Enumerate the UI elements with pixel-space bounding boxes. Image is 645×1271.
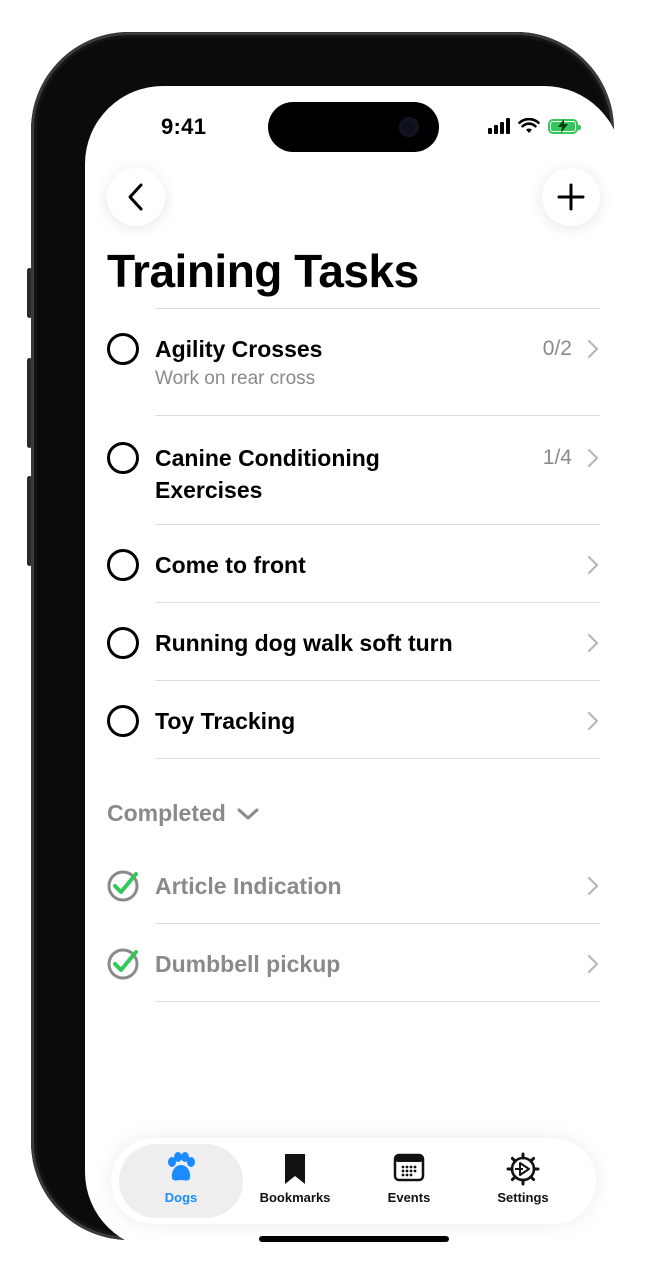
completed-list: Article Indication Dumbbell pickup	[107, 846, 600, 1002]
task-progress: 0/2	[542, 337, 572, 360]
tab-settings[interactable]: Settings	[461, 1144, 585, 1218]
tab-dogs[interactable]: Dogs	[119, 1144, 243, 1218]
chevron-right-icon	[587, 876, 599, 896]
task-row[interactable]: Running dog walk soft turn	[107, 603, 600, 681]
tab-bookmarks[interactable]: Bookmarks	[233, 1144, 357, 1218]
task-row[interactable]: Canine Conditioning Exercises 1/4	[107, 416, 600, 525]
task-row[interactable]: Toy Tracking	[107, 681, 600, 759]
chevron-right-icon	[587, 448, 599, 468]
completed-task-row[interactable]: Article Indication	[107, 846, 600, 924]
completed-label: Completed	[107, 800, 226, 826]
task-name: Dumbbell pickup	[155, 951, 341, 977]
tab-label: Events	[387, 1190, 431, 1205]
task-checkbox[interactable]	[107, 549, 139, 581]
chevron-down-icon	[237, 808, 259, 819]
gear-icon	[506, 1152, 540, 1186]
cellular-signal-icon	[488, 118, 510, 134]
device-frame: 9:41 Training Tasks Agility Crosses Work…	[31, 32, 622, 1250]
camera-icon	[399, 117, 419, 137]
task-name: Come to front	[155, 552, 306, 578]
plus-icon	[557, 183, 585, 211]
chevron-right-icon	[587, 633, 599, 653]
paw-icon	[168, 1152, 195, 1181]
screen: 9:41 Training Tasks Agility Crosses Work…	[85, 86, 622, 1250]
tab-events[interactable]: Events	[347, 1144, 471, 1218]
task-name: Running dog walk soft turn	[155, 630, 453, 656]
chevron-right-icon	[587, 339, 599, 359]
back-button[interactable]	[107, 168, 165, 226]
tab-label: Bookmarks	[259, 1190, 331, 1205]
dynamic-island	[268, 102, 439, 152]
task-checkbox[interactable]	[107, 442, 139, 474]
task-name: Toy Tracking	[155, 708, 296, 734]
wifi-icon	[518, 118, 540, 133]
checkmark-circle-icon[interactable]	[107, 948, 139, 980]
completed-section-toggle[interactable]: Completed	[107, 800, 260, 827]
task-name: Agility Crosses	[155, 336, 323, 362]
bookmark-icon	[285, 1154, 305, 1184]
status-icons	[488, 118, 581, 134]
chevron-left-icon	[128, 183, 143, 211]
chevron-right-icon	[587, 954, 599, 974]
completed-task-row[interactable]: Dumbbell pickup	[107, 924, 600, 1002]
task-name: Canine Conditioning Exercises	[155, 445, 380, 503]
status-time: 9:41	[161, 114, 207, 139]
task-checkbox[interactable]	[107, 627, 139, 659]
home-indicator[interactable]	[259, 1236, 449, 1242]
chevron-right-icon	[587, 555, 599, 575]
chevron-right-icon	[587, 711, 599, 731]
task-row[interactable]: Come to front	[107, 525, 600, 603]
task-name: Article Indication	[155, 873, 342, 899]
tab-bar: Dogs Bookmarks Events Settings	[111, 1138, 596, 1224]
add-task-button[interactable]	[542, 168, 600, 226]
battery-icon	[548, 118, 581, 134]
task-checkbox[interactable]	[107, 333, 139, 365]
tab-label: Settings	[497, 1190, 549, 1205]
task-row[interactable]: Agility Crosses Work on rear cross 0/2	[107, 309, 600, 416]
checkmark-circle-icon[interactable]	[107, 870, 139, 902]
task-subtitle: Work on rear cross	[155, 368, 316, 389]
page-title: Training Tasks	[107, 245, 419, 297]
task-progress: 1/4	[542, 446, 572, 469]
tab-label: Dogs	[164, 1190, 198, 1205]
task-checkbox[interactable]	[107, 705, 139, 737]
task-list: Agility Crosses Work on rear cross 0/2 C…	[107, 308, 600, 759]
calendar-icon	[393, 1153, 425, 1182]
